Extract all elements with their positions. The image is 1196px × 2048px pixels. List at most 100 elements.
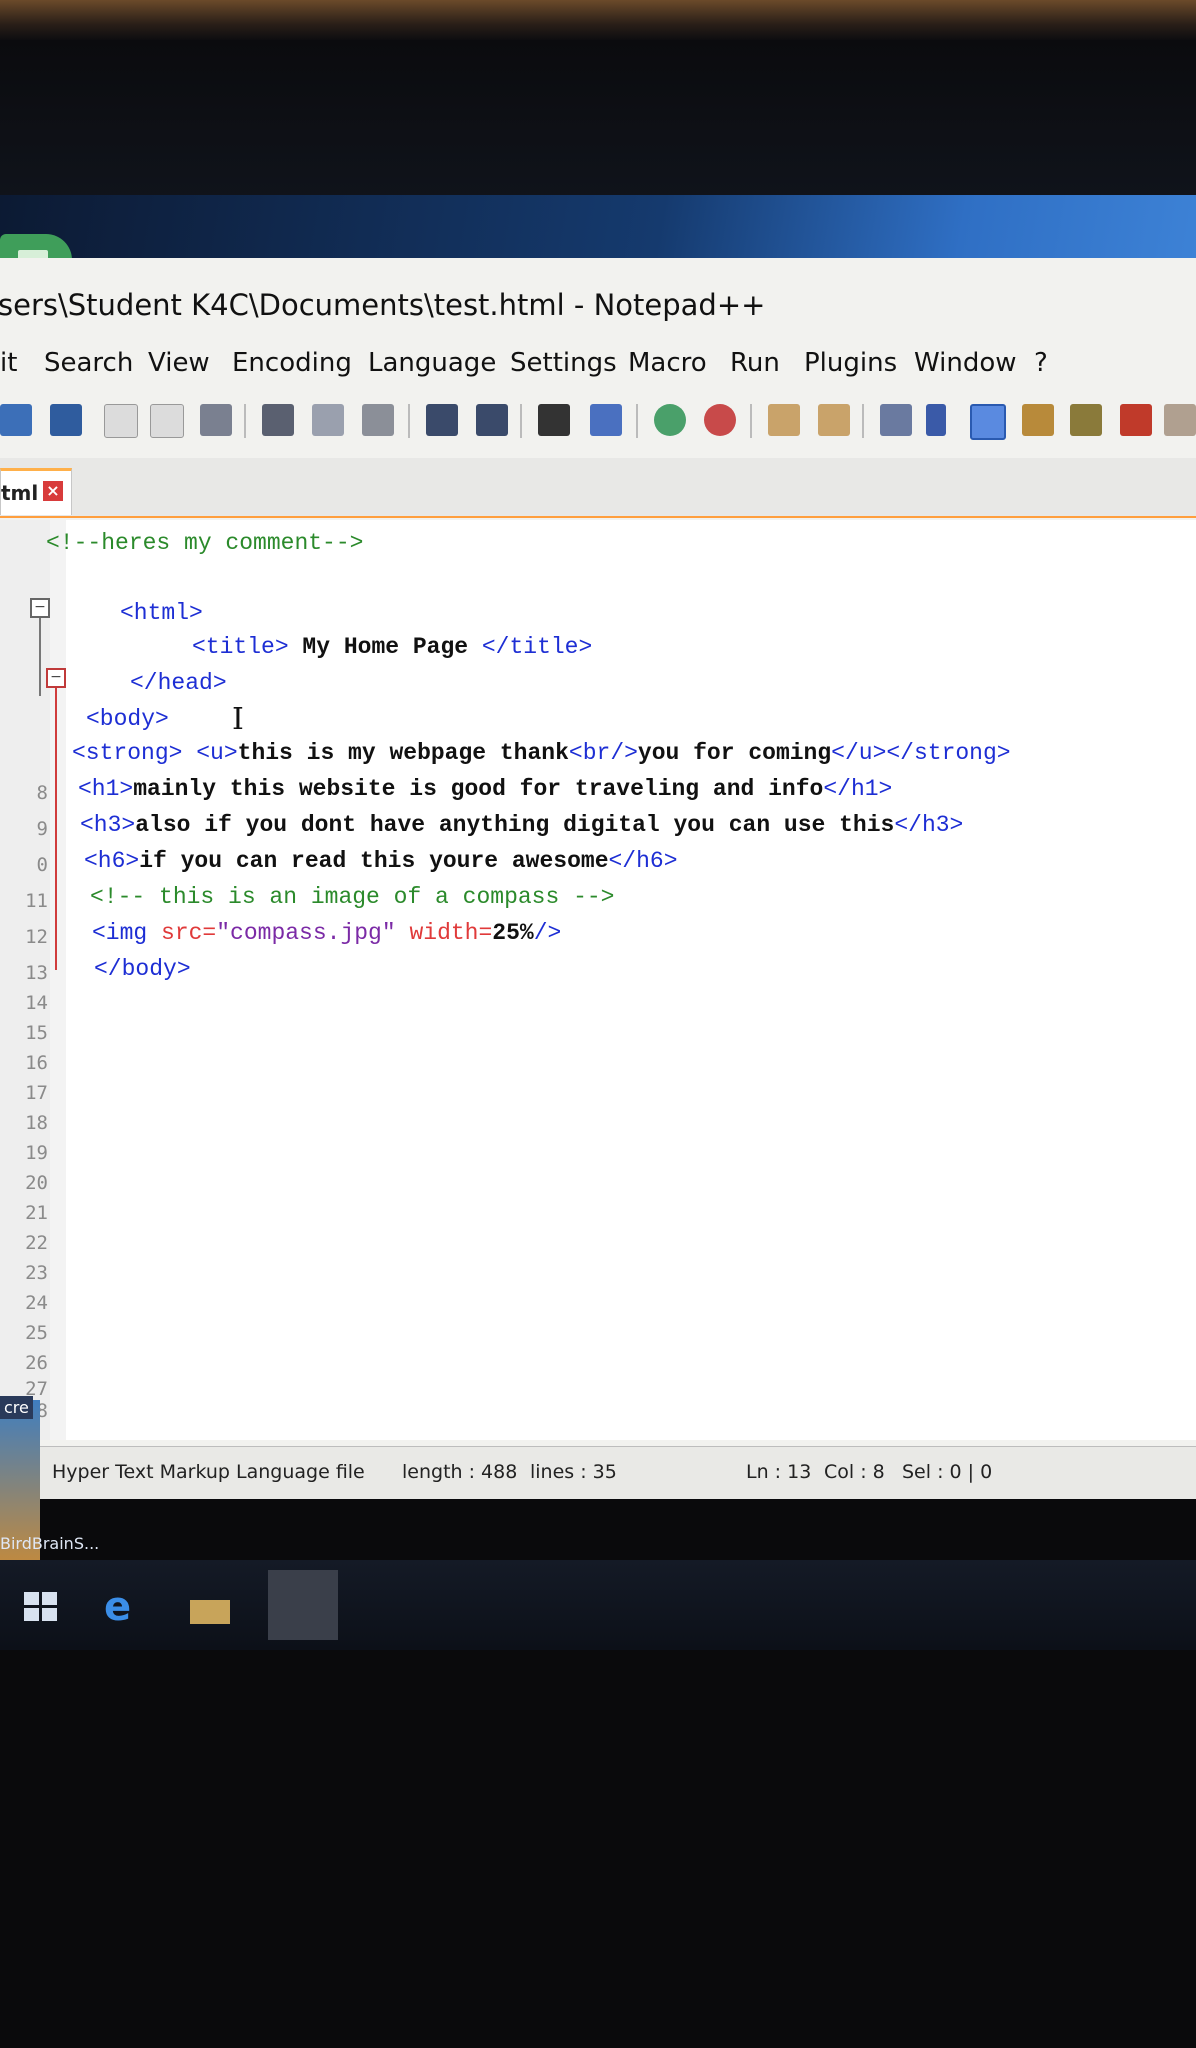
indent-guide-icon[interactable] [970,404,1006,440]
menu-run[interactable]: Run [730,348,780,378]
close-all-icon[interactable] [150,404,184,438]
menu-search[interactable]: Search [44,348,133,378]
notepadpp-taskbar-icon[interactable] [268,1570,338,1640]
fold-line [39,618,41,696]
edge-icon[interactable]: e [104,1587,144,1627]
fold-margin [50,520,66,1440]
toolbar-separator [862,404,864,438]
code-line[interactable]: <img src="compass.jpg" width=25%/> [92,920,561,946]
line-number: 12 [25,926,48,948]
code-tag: </u></strong> [831,740,1011,766]
line-number: 11 [25,890,48,912]
code-tag: <strong> [72,740,183,766]
code-line[interactable]: <strong> <u>this is my webpage thank<br/… [72,740,1011,766]
code-text: this is my webpage thank [237,740,569,766]
code-tag: <img [92,920,162,946]
zoom-out-icon[interactable] [704,404,736,436]
menu-edit[interactable]: it [0,348,17,378]
status-sel: Sel : 0 | 0 [902,1461,993,1483]
code-line[interactable]: </head> [130,670,227,696]
word-wrap-icon[interactable] [880,404,912,436]
code-line[interactable]: <h6>if you can read this youre awesome</… [84,848,678,874]
sync-horizontal-icon[interactable] [818,404,850,436]
code-text: mainly this website is good for travelin… [133,776,824,802]
menu-view[interactable]: View [148,348,210,378]
line-number: 13 [25,962,48,984]
code-text: you for coming [637,740,832,766]
menu-plugins[interactable]: Plugins [804,348,897,378]
close-icon[interactable] [104,404,138,438]
code-comment: <!--heres my comment--> [46,530,364,556]
desktop-label-birdbrains[interactable]: BirdBrainS... [0,1534,99,1553]
tab-bar: tml × [0,458,1196,518]
menu-window[interactable]: Window [914,348,1017,378]
menu-macro[interactable]: Macro [628,348,707,378]
code-tag: /> [533,920,562,946]
fold-toggle-icon[interactable]: − [46,668,66,688]
replace-icon[interactable] [590,404,622,436]
code-text: if you can read this youre awesome [139,848,609,874]
line-number: 24 [25,1292,48,1314]
code-tag: <body> [86,706,169,732]
close-tab-icon[interactable]: × [43,481,63,501]
code-tag: </h3> [894,812,964,838]
line-number: 23 [25,1262,48,1284]
folder-icon[interactable] [1164,404,1196,436]
code-tag: </h1> [823,776,893,802]
save-icon[interactable] [0,404,32,436]
code-text: 25% [492,920,534,946]
line-number: 19 [25,1142,48,1164]
menu-encoding[interactable]: Encoding [232,348,352,378]
code-line[interactable]: <body> [86,706,169,732]
line-number: 25 [25,1322,48,1344]
code-line[interactable]: <!--heres my comment--> [46,530,363,556]
code-tag: <h3> [80,812,136,838]
file-explorer-icon[interactable] [190,1600,230,1624]
zoom-in-icon[interactable] [654,404,686,436]
undo-icon[interactable] [426,404,458,436]
toolbar-separator [408,404,410,438]
title-bar: sers\Student K4C\Documents\test.html - N… [0,278,1196,332]
code-line[interactable]: </body> [94,956,191,982]
menu-language[interactable]: Language [368,348,496,378]
status-ln: Ln : 13 [746,1461,812,1483]
code-line[interactable]: <!-- this is an image of a compass --> [90,884,615,910]
menu-bar: it Search View Encoding Language Setting… [0,338,1196,388]
menu-help[interactable]: ? [1034,348,1048,378]
line-number: 22 [25,1232,48,1254]
function-list-icon[interactable] [1070,404,1102,436]
code-tag: </h6> [608,848,678,874]
save-all-icon[interactable] [50,404,82,436]
print-icon[interactable] [200,404,232,436]
toolbar-separator [244,404,246,438]
document-map-icon[interactable] [1022,404,1054,436]
fold-toggle-icon[interactable]: − [30,598,50,618]
code-tag: <h6> [84,848,140,874]
monitor-bezel [0,40,1196,210]
toolbar-separator [750,404,752,438]
show-all-chars-icon[interactable] [926,404,946,436]
line-number: 18 [25,1112,48,1134]
code-line[interactable]: <h1>mainly this website is good for trav… [78,776,892,802]
paste-icon[interactable] [362,404,394,436]
code-tag: <html> [120,600,203,626]
line-number: 15 [25,1022,48,1044]
menu-settings[interactable]: Settings [510,348,617,378]
line-number: 21 [25,1202,48,1224]
redo-icon[interactable] [476,404,508,436]
cut-icon[interactable] [262,404,294,436]
window-title: sers\Student K4C\Documents\test.html - N… [0,288,766,322]
editor-area[interactable]: − − <!--heres my comment--> <html> <titl… [0,520,1196,1440]
sync-vertical-icon[interactable] [768,404,800,436]
code-line[interactable]: <html> [120,600,203,626]
code-line[interactable]: <h3>also if you dont have anything digit… [80,812,963,838]
code-tag: <br/> [568,740,638,766]
find-icon[interactable] [538,404,570,436]
taskbar: e [0,1560,1196,1650]
code-line[interactable]: <title> My Home Page </title> [192,634,592,660]
tab-test-html[interactable]: tml × [0,468,72,515]
line-number: 0 [36,854,48,876]
copy-icon[interactable] [312,404,344,436]
windows-start-icon[interactable] [24,1592,64,1626]
macro-record-icon[interactable] [1120,404,1152,436]
